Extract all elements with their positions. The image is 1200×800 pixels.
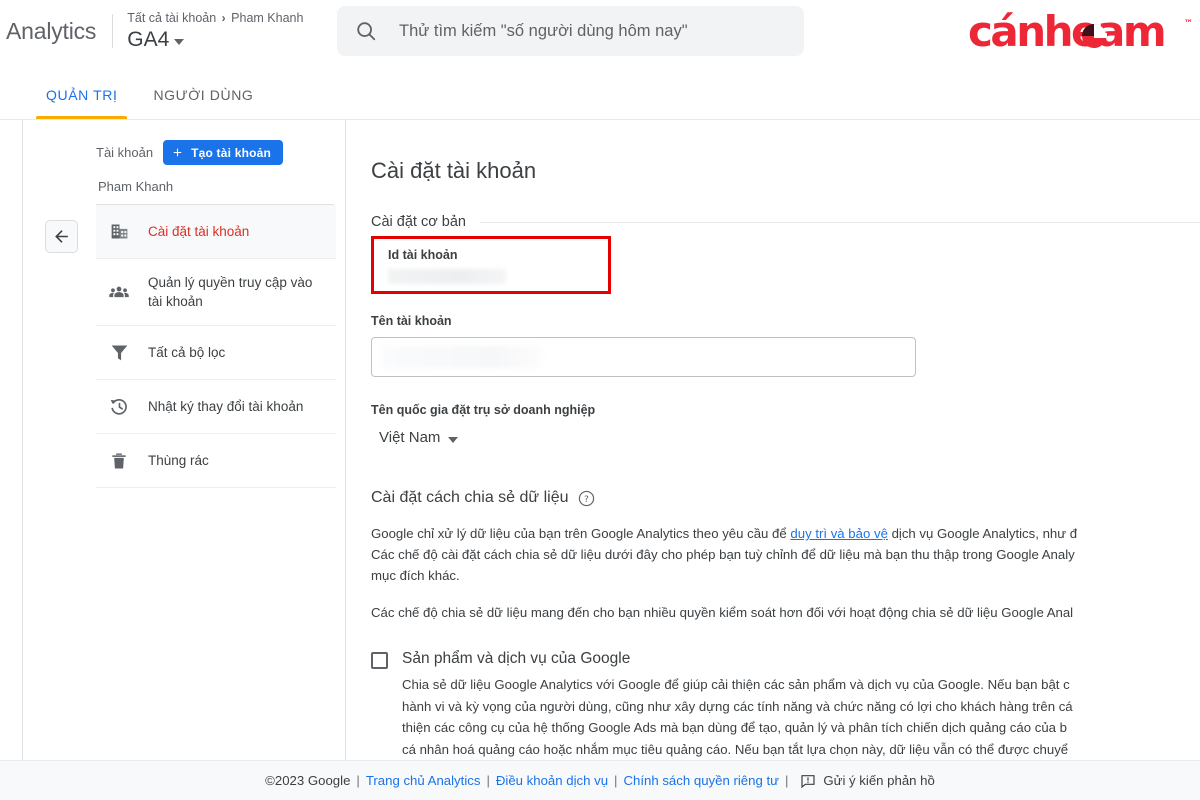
paragraph-1-text-part2: dịch vụ Google Analytics, như đ bbox=[888, 526, 1077, 541]
plus-icon bbox=[171, 146, 184, 159]
nav-tabs-bar: QUẢN TRỊ NGƯỜI DÙNG bbox=[0, 62, 1200, 120]
google-products-checkbox-row: Sản phẩm và dịch vụ của Google Chia sẻ d… bbox=[371, 649, 1200, 760]
left-rail-divider bbox=[22, 120, 23, 760]
footer-link-privacy[interactable]: Chính sách quyền riêng tư bbox=[623, 773, 778, 788]
create-account-button[interactable]: Tạo tài khoản bbox=[163, 140, 283, 165]
google-products-desc-line2: hành vi và kỳ vọng của người dùng, cũng … bbox=[402, 696, 1200, 718]
paragraph-1-line2: Các chế độ cài đặt cách chia sẻ dữ liệu … bbox=[371, 547, 1075, 562]
feedback-icon bbox=[800, 773, 816, 789]
property-name-row[interactable]: GA4 bbox=[127, 27, 303, 53]
back-button[interactable] bbox=[45, 220, 78, 253]
canheam-logo: cánheam ™ bbox=[966, 8, 1198, 54]
data-sharing-title: Cài đặt cách chia sẻ dữ liệu bbox=[371, 489, 568, 507]
account-name-input[interactable] bbox=[371, 337, 916, 377]
building-icon bbox=[108, 221, 130, 243]
help-circle-icon[interactable]: ? bbox=[578, 490, 595, 507]
analytics-brand-title: Analytics bbox=[6, 18, 96, 45]
sidebar-item-label: Quản lý quyền truy cập vào tài khoản bbox=[148, 273, 326, 311]
google-products-desc-line1: Chia sẻ dữ liệu Google Analytics với Goo… bbox=[402, 674, 1200, 696]
footer-link-analytics-home[interactable]: Trang chủ Analytics bbox=[366, 773, 481, 788]
search-placeholder: Thử tìm kiếm "số người dùng hôm nay" bbox=[399, 22, 688, 41]
google-products-desc-line4: cá nhân hoá quảng cáo hoặc nhắm mục tiêu… bbox=[402, 739, 1200, 761]
search-icon bbox=[355, 20, 377, 42]
content-area: Tài khoản Tạo tài khoản Pham Khanh bbox=[0, 120, 1200, 760]
google-products-title: Sản phẩm và dịch vụ của Google bbox=[402, 649, 1200, 669]
breadcrumb-account[interactable]: Pham Khanh bbox=[231, 11, 303, 25]
basic-settings-section-header: Cài đặt cơ bản bbox=[371, 214, 1200, 230]
country-group: Tên quốc gia đặt trụ sở doanh nghiệp Việ… bbox=[371, 403, 1200, 447]
logo-pie-gap bbox=[1094, 33, 1107, 38]
section-divider bbox=[480, 222, 1200, 223]
page-footer: ©2023 Google | Trang chủ Analytics | Điề… bbox=[0, 760, 1200, 800]
data-sharing-paragraph-2: Các chế độ chia sẻ dữ liệu mang đến cho … bbox=[371, 602, 1200, 623]
breadcrumb-root[interactable]: Tất cả tài khoản bbox=[127, 11, 216, 25]
filter-icon bbox=[108, 342, 130, 364]
account-property-selector[interactable]: Tất cả tài khoản › Pham Khanh GA4 bbox=[127, 10, 303, 53]
search-input[interactable]: Thử tìm kiếm "số người dùng hôm nay" bbox=[337, 6, 804, 56]
footer-separator: | bbox=[480, 773, 495, 788]
selected-account-name[interactable]: Pham Khanh bbox=[96, 165, 334, 205]
property-name: GA4 bbox=[127, 27, 169, 53]
account-name-group: Tên tài khoản bbox=[371, 314, 1200, 377]
chevron-down-icon bbox=[448, 437, 458, 443]
sidebar-item-account-settings[interactable]: Cài đặt tài khoản bbox=[96, 205, 336, 259]
footer-copyright: ©2023 Google bbox=[265, 773, 350, 788]
maintain-protect-link[interactable]: duy trì và bảo vệ bbox=[790, 526, 888, 541]
trash-icon bbox=[108, 450, 130, 472]
google-products-checkbox[interactable] bbox=[371, 652, 388, 669]
basic-settings-label: Cài đặt cơ bản bbox=[371, 214, 466, 230]
main-settings-panel: Cài đặt tài khoản Cài đặt cơ bản Id tài … bbox=[345, 120, 1200, 760]
footer-separator: | bbox=[608, 773, 623, 788]
create-account-label: Tạo tài khoản bbox=[191, 146, 271, 160]
sidebar-item-label: Tất cả bộ lọc bbox=[148, 343, 225, 362]
account-id-label: Id tài khoản bbox=[388, 248, 608, 262]
footer-separator: | bbox=[350, 773, 365, 788]
sidebar-item-label: Cài đặt tài khoản bbox=[148, 222, 249, 241]
account-name-value-redacted bbox=[382, 346, 542, 368]
sidebar-item-all-filters[interactable]: Tất cả bộ lọc bbox=[96, 326, 336, 380]
data-sharing-header: Cài đặt cách chia sẻ dữ liệu ? bbox=[371, 489, 1200, 507]
footer-separator: | bbox=[779, 773, 794, 788]
tab-nguoi-dung[interactable]: NGƯỜI DÙNG bbox=[135, 87, 271, 119]
account-column-label: Tài khoản bbox=[96, 145, 153, 160]
account-id-value-redacted bbox=[388, 269, 506, 284]
breadcrumb-chevron-icon: › bbox=[220, 11, 228, 25]
google-products-desc-line3: thiện các công cụ của hệ thống Google Ad… bbox=[402, 717, 1200, 739]
logo-trademark-symbol: ™ bbox=[1184, 19, 1193, 29]
top-header-bar: Analytics Tất cả tài khoản › Pham Khanh … bbox=[0, 0, 1200, 62]
sidebar-item-trash[interactable]: Thùng rác bbox=[96, 434, 336, 488]
account-name-label: Tên tài khoản bbox=[371, 314, 1200, 328]
sidebar-item-label: Thùng rác bbox=[148, 451, 209, 470]
breadcrumb[interactable]: Tất cả tài khoản › Pham Khanh bbox=[127, 10, 303, 26]
footer-feedback-label: Gửi ý kiến phản hồ bbox=[823, 773, 934, 788]
country-selected-value: Việt Nam bbox=[379, 429, 440, 446]
arrow-left-icon bbox=[52, 227, 71, 246]
svg-text:?: ? bbox=[585, 494, 590, 505]
people-icon bbox=[108, 281, 130, 303]
logo-wordmark: cánheam bbox=[968, 7, 1164, 56]
sidebar-item-label: Nhật ký thay đổi tài khoản bbox=[148, 397, 303, 416]
admin-sidebar: Tài khoản Tạo tài khoản Pham Khanh bbox=[96, 120, 336, 760]
paragraph-1-line3: mục đích khác. bbox=[371, 568, 460, 583]
footer-feedback-button[interactable]: Gửi ý kiến phản hồ bbox=[800, 773, 934, 789]
sidebar-item-change-history[interactable]: Nhật ký thay đổi tài khoản bbox=[96, 380, 336, 434]
account-header-row: Tài khoản Tạo tài khoản bbox=[96, 140, 336, 165]
paragraph-1-text-part1: Google chỉ xử lý dữ liệu của bạn trên Go… bbox=[371, 526, 790, 541]
app-window: Analytics Tất cả tài khoản › Pham Khanh … bbox=[0, 0, 1200, 800]
country-label: Tên quốc gia đặt trụ sở doanh nghiệp bbox=[371, 403, 1200, 417]
sidebar-item-access-management[interactable]: Quản lý quyền truy cập vào tài khoản bbox=[96, 259, 336, 326]
country-select[interactable]: Việt Nam bbox=[379, 429, 458, 446]
data-sharing-paragraph-1: Google chỉ xử lý dữ liệu của bạn trên Go… bbox=[371, 523, 1200, 586]
google-products-description: Chia sẻ dữ liệu Google Analytics với Goo… bbox=[402, 674, 1200, 760]
chevron-down-icon[interactable] bbox=[174, 39, 184, 45]
canheam-logo-graphic: cánheam ™ bbox=[966, 6, 1198, 56]
footer-link-terms[interactable]: Điều khoản dịch vụ bbox=[496, 773, 608, 788]
page-title: Cài đặt tài khoản bbox=[371, 158, 1200, 184]
tab-quan-tri[interactable]: QUẢN TRỊ bbox=[28, 87, 135, 119]
google-products-text-block: Sản phẩm và dịch vụ của Google Chia sẻ d… bbox=[402, 649, 1200, 760]
account-id-highlight-box: Id tài khoản bbox=[371, 236, 611, 294]
history-icon bbox=[108, 396, 130, 418]
header-divider bbox=[112, 14, 113, 48]
